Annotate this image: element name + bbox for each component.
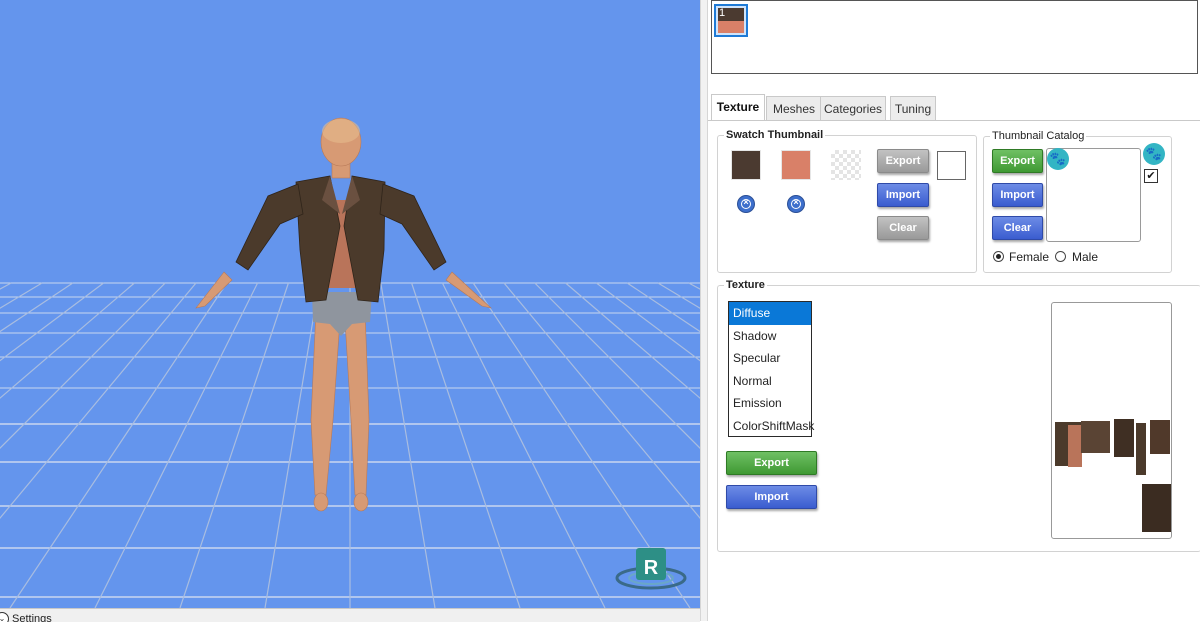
female-radio[interactable] [993, 251, 1004, 262]
swatch-import-button[interactable]: Import [877, 183, 929, 207]
remove-color-2-icon[interactable]: × [787, 195, 805, 213]
texture-uv-map [1055, 419, 1171, 532]
list-item[interactable]: Shadow [729, 325, 811, 348]
swatch-transparent-preview [831, 150, 861, 180]
swatch-export-button[interactable]: Export [877, 149, 929, 173]
paw-icon: 🐾 [1047, 148, 1069, 170]
swatch-thumbnail-title: Swatch Thumbnail [726, 129, 824, 141]
paw-icon: 🐾 [1143, 143, 1165, 165]
texture-title: Texture [726, 279, 765, 291]
list-item[interactable]: Emission [729, 392, 811, 415]
swatch-color-bottom [718, 21, 744, 33]
tab-tuning[interactable]: Tuning [890, 96, 936, 120]
swatch-color-2[interactable] [781, 150, 811, 180]
female-label: Female [1009, 250, 1050, 264]
texture-export-button[interactable]: Export [726, 451, 817, 475]
catalog-export-button[interactable]: Export [992, 149, 1043, 173]
male-radio[interactable] [1055, 251, 1066, 262]
tab-meshes[interactable]: Meshes [766, 96, 822, 120]
list-item[interactable]: Normal [729, 370, 811, 393]
thumbnail-catalog-title: Thumbnail Catalog [992, 130, 1085, 142]
catalog-checkbox[interactable]: ✔ [1144, 169, 1158, 183]
swatch-list[interactable]: 1 [711, 0, 1198, 74]
panel-splitter[interactable] [700, 0, 708, 621]
swatch-item[interactable]: 1 [714, 4, 748, 37]
swatch-clear-button[interactable]: Clear [877, 216, 929, 240]
tab-categories[interactable]: Categories [820, 96, 886, 120]
swatch-thumbnail-preview [937, 151, 966, 180]
list-item[interactable]: ColorShiftMask [729, 415, 814, 438]
list-item[interactable]: Diffuse [729, 302, 811, 325]
tab-texture[interactable]: Texture [711, 94, 765, 121]
3d-viewport[interactable]: R [0, 0, 700, 608]
settings-bar[interactable]: ⌄ Settings [0, 608, 700, 622]
texture-import-button[interactable]: Import [726, 485, 817, 509]
catalog-clear-button[interactable]: Clear [992, 216, 1043, 240]
catalog-import-button[interactable]: Import [992, 183, 1043, 207]
texture-preview [1051, 302, 1172, 539]
remove-color-1-icon[interactable]: × [737, 195, 755, 213]
rotate-gizmo-icon[interactable]: R [0, 0, 700, 608]
gizmo-letter: R [644, 557, 659, 579]
swatch-number: 1 [719, 7, 726, 19]
male-label: Male [1072, 250, 1099, 264]
texture-type-list[interactable]: Diffuse Shadow Specular Normal Emission … [728, 301, 814, 438]
list-item[interactable]: Specular [729, 347, 811, 370]
swatch-color-1[interactable] [731, 150, 761, 180]
